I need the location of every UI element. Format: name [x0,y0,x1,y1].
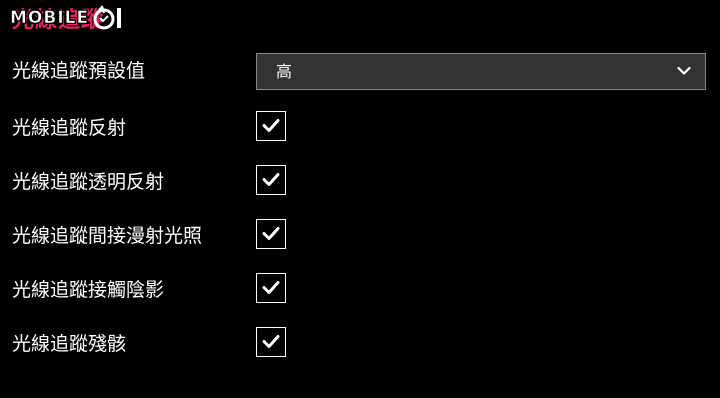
checkmark-icon [262,173,280,186]
reflections-label: 光線追蹤反射 [12,117,127,139]
contact-shadows-label: 光線追蹤接觸陰影 [12,279,165,301]
debris-label: 光線追蹤殘骸 [12,333,127,355]
watermark-logo: MOBILE [10,4,126,32]
setting-row-contact-shadows: 光線追蹤接觸陰影 [0,273,720,307]
reflections-checkbox[interactable] [256,111,286,141]
checkmark-icon [262,227,280,240]
indirect-diffuse-checkbox[interactable] [256,219,286,249]
checkmark-icon [262,281,280,294]
indirect-diffuse-label: 光線追蹤間接漫射光照 [12,225,203,247]
preset-label: 光線追蹤預設值 [12,60,146,82]
setting-row-reflections: 光線追蹤反射 [0,111,720,145]
chevron-down-icon [677,66,691,75]
mobile01-logo-mark-icon [93,5,122,30]
debris-checkbox[interactable] [256,327,286,357]
checkmark-icon [262,335,280,348]
page-header: 光線追蹤 MOBILE [0,0,720,40]
contact-shadows-checkbox[interactable] [256,273,286,303]
logo-text: MOBILE [10,8,90,29]
preset-dropdown[interactable]: 高 [256,53,706,90]
transparent-reflections-label: 光線追蹤透明反射 [12,171,165,193]
transparent-reflections-checkbox[interactable] [256,165,286,195]
setting-row-debris: 光線追蹤殘骸 [0,327,720,361]
checkmark-icon [262,119,280,132]
setting-row-transparent-reflections: 光線追蹤透明反射 [0,165,720,199]
setting-row-preset: 光線追蹤預設值 高 [0,53,720,90]
preset-dropdown-value: 高 [276,62,293,81]
setting-row-indirect-diffuse: 光線追蹤間接漫射光照 [0,219,720,253]
